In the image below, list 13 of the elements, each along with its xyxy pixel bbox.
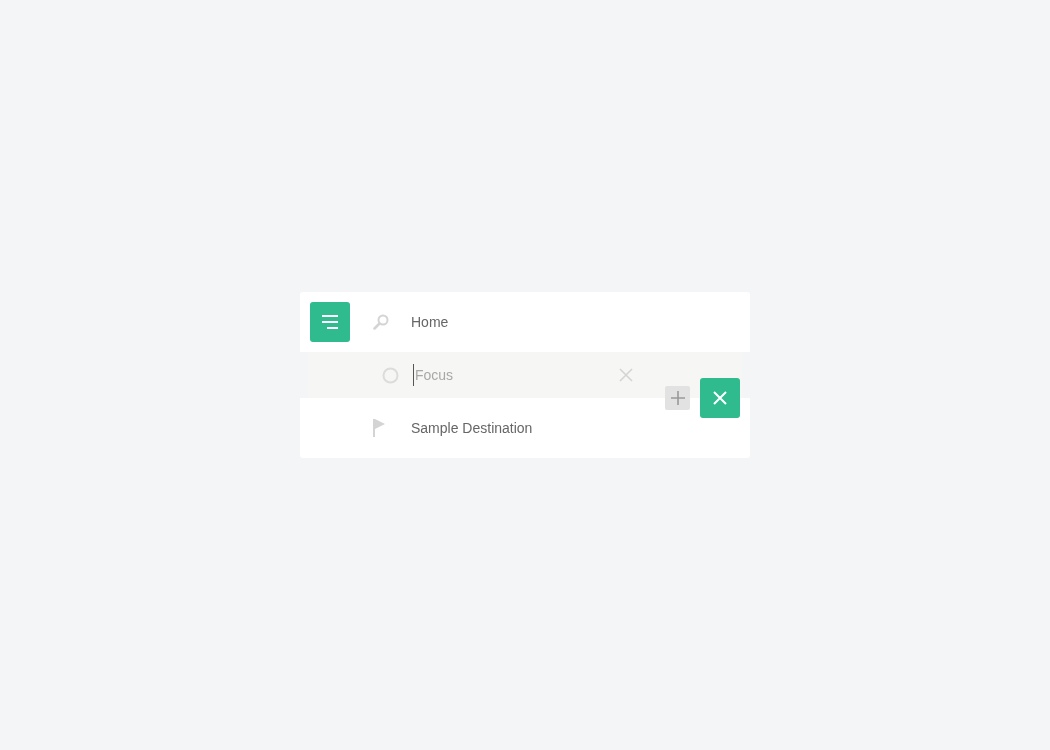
- destination-text[interactable]: Sample Destination: [411, 420, 533, 436]
- circle-icon: [382, 366, 399, 384]
- waypoint-input-field[interactable]: Focus: [413, 364, 605, 386]
- add-button[interactable]: [665, 386, 690, 410]
- menu-icon: [321, 315, 339, 329]
- origin-text[interactable]: Home: [411, 314, 449, 330]
- menu-button[interactable]: [310, 302, 350, 342]
- search-icon: [373, 314, 389, 330]
- plus-icon: [670, 391, 685, 405]
- close-icon: [713, 391, 727, 405]
- flag-icon: [373, 419, 386, 437]
- clear-icon[interactable]: [619, 368, 633, 382]
- close-button[interactable]: [700, 378, 740, 418]
